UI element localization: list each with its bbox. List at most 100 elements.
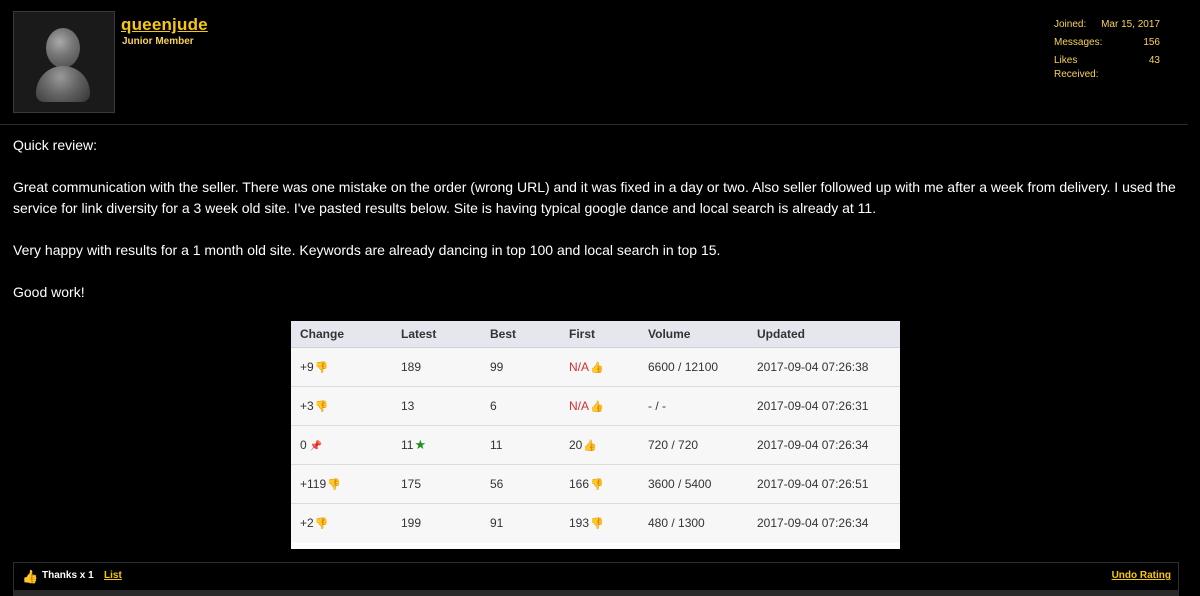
cell-change: 0 📌 — [291, 425, 392, 465]
username-link[interactable]: queenjude — [121, 15, 208, 35]
col-header-best: Best — [481, 321, 560, 348]
cell-change: +9👎 — [291, 347, 392, 387]
thumb-down-icon: 👎 — [314, 362, 329, 375]
cell-volume: 480 / 1300 — [639, 503, 748, 542]
avatar-head — [46, 28, 80, 68]
cell-latest-value: 11 — [401, 438, 414, 452]
cell-first: N/A👍 — [560, 386, 639, 426]
table-row: +3👎 13 6 N/A👍 - / - 2017-09-04 07:26:31 — [291, 386, 900, 426]
cell-first-value: 20 — [569, 437, 583, 452]
cell-latest: 11★ — [392, 425, 481, 465]
likes-label: Likes Received: — [1054, 55, 1099, 80]
cell-first-value: 193 — [569, 515, 590, 530]
cell-updated-value: 2017-09-04 07:26:34 — [757, 516, 869, 530]
cell-best-value: 56 — [490, 477, 504, 491]
cell-latest: 13 — [392, 386, 481, 426]
cell-best-value: 91 — [490, 516, 504, 530]
col-header-volume: Volume — [639, 321, 748, 348]
cell-change: +2👎 — [291, 503, 392, 542]
cell-change-value: +3 — [300, 398, 314, 413]
post-header: queenjude Junior Member Joined: Mar 15, … — [0, 0, 1188, 125]
thumb-down-icon: 👎 — [590, 518, 604, 531]
cell-volume: - / - — [639, 386, 748, 426]
cell-latest-value: 189 — [401, 360, 422, 374]
table-header-row: Change Latest Best First Volume Updated — [291, 321, 900, 348]
avatar-body — [36, 66, 90, 102]
avatar[interactable] — [13, 11, 115, 113]
cell-first-value: N/A — [569, 359, 590, 374]
thumb-up-icon: 👍 — [590, 362, 604, 375]
cell-change-value: 0 — [300, 438, 307, 452]
col-header-first: First — [560, 321, 639, 348]
cell-best-value: 11 — [490, 438, 503, 452]
table-row: +119👎 175 56 166👎 3600 / 5400 2017-09-04 07:2… — [291, 464, 900, 504]
cell-best: 6 — [481, 386, 560, 426]
post-paragraph: Good work! — [13, 284, 85, 300]
cell-updated: 2017-09-04 07:26:38 — [748, 347, 900, 387]
thanks-list-link[interactable]: List — [104, 570, 122, 581]
cell-change: +119👎 — [291, 464, 392, 504]
cell-first-value: N/A — [569, 398, 590, 413]
cell-change-value: +9 — [300, 359, 314, 374]
cell-updated: 2017-09-04 07:26:34 — [748, 425, 900, 465]
joined-value: Mar 15, 2017 — [1101, 19, 1160, 30]
cell-volume: 6600 / 12100 — [639, 347, 748, 387]
cell-first-value: 166 — [569, 476, 590, 491]
cell-updated-value: 2017-09-04 07:26:51 — [757, 477, 869, 491]
ranking-table: Change Latest Best First Volume Updated … — [291, 321, 900, 542]
cell-updated-value: 2017-09-04 07:26:31 — [757, 399, 869, 413]
cell-volume: 3600 / 5400 — [639, 464, 748, 504]
undo-rating-link[interactable]: Undo Rating — [1112, 570, 1171, 581]
thumb-up-icon: 👍 — [590, 401, 604, 414]
col-header-change: Change — [291, 321, 392, 348]
cell-latest: 189 — [392, 347, 481, 387]
cell-best: 91 — [481, 503, 560, 542]
cell-volume-value: 480 / 1300 — [648, 516, 705, 530]
col-header-latest: Latest — [392, 321, 481, 348]
cell-best-value: 99 — [490, 360, 504, 374]
user-title: Junior Member — [122, 36, 194, 47]
cell-volume-value: - / - — [648, 399, 666, 413]
bottom-divider — [13, 590, 1179, 596]
thumbs-up-icon: 👍 — [22, 569, 39, 584]
star-icon: ★ — [414, 437, 427, 452]
cell-latest-value: 13 — [401, 399, 415, 413]
cell-volume-value: 720 / 720 — [648, 438, 699, 452]
cell-latest: 175 — [392, 464, 481, 504]
post-footer: 👍 Thanks x 1 List Undo Rating — [13, 562, 1179, 592]
table-row: +9👎 189 99 N/A👍 6600 / 12100 2017-09-04 07:26… — [291, 347, 900, 387]
cell-first: 20👍 — [560, 425, 639, 465]
thanks-count: Thanks x 1 — [42, 570, 94, 581]
cell-first: 193👎 — [560, 503, 639, 542]
table-row: +2👎 199 91 193👎 480 / 1300 2017-09-04 07:26:3… — [291, 503, 900, 542]
cell-latest: 199 — [392, 503, 481, 542]
cell-best: 11 — [481, 425, 560, 465]
ranking-table-image: Change Latest Best First Volume Updated … — [291, 321, 900, 549]
pin-icon: 📌 — [309, 441, 323, 452]
cell-best-value: 6 — [490, 399, 497, 413]
cell-updated-value: 2017-09-04 07:26:38 — [757, 360, 869, 374]
cell-updated: 2017-09-04 07:26:51 — [748, 464, 900, 504]
thumb-down-icon: 👎 — [590, 479, 604, 492]
cell-volume: 720 / 720 — [639, 425, 748, 465]
likes-value: 43 — [1148, 55, 1160, 66]
thumb-down-icon: 👎 — [327, 479, 341, 492]
cell-latest-value: 199 — [401, 516, 422, 530]
cell-change: +3👎 — [291, 386, 392, 426]
messages-label: Messages: — [1054, 37, 1103, 48]
cell-updated: 2017-09-04 07:26:34 — [748, 503, 900, 542]
cell-change-value: +2 — [300, 515, 314, 530]
joined-label: Joined: — [1054, 19, 1087, 30]
post-paragraph: Great communication with the seller. The… — [13, 179, 1176, 216]
cell-updated: 2017-09-04 07:26:31 — [748, 386, 900, 426]
cell-best: 99 — [481, 347, 560, 387]
post-paragraph: Very happy with results for a 1 month ol… — [13, 242, 721, 258]
col-header-updated: Updated — [748, 321, 900, 348]
cell-latest-value: 175 — [401, 477, 422, 491]
cell-change-value: +119 — [300, 476, 327, 491]
thumb-down-icon: 👎 — [314, 401, 329, 414]
cell-updated-value: 2017-09-04 07:26:34 — [757, 438, 869, 452]
cell-best: 56 — [481, 464, 560, 504]
post-content: Quick review: Great communication with t… — [13, 135, 1183, 324]
cell-volume-value: 3600 / 5400 — [648, 477, 712, 491]
